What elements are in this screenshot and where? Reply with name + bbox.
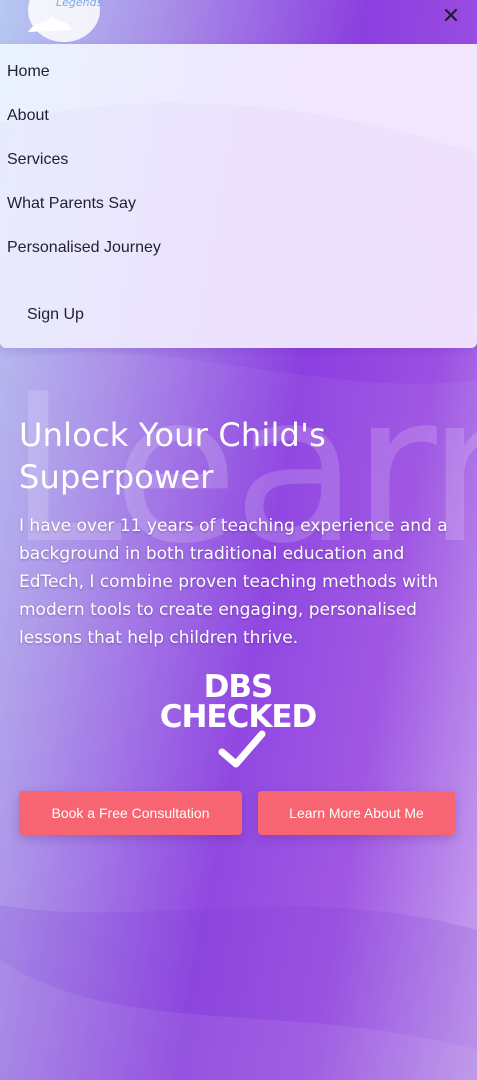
close-menu-button[interactable]: ✕ — [439, 5, 463, 29]
dbs-badge-line2: CHECKED — [159, 699, 318, 735]
nav-item-about[interactable]: About — [0, 104, 477, 148]
nav-item-what-parents-say[interactable]: What Parents Say — [0, 192, 477, 236]
nav-item-personalised-journey[interactable]: Personalised Journey — [0, 236, 477, 280]
hero-description: I have over 11 years of teaching experie… — [19, 516, 448, 648]
nav-list: Home About Services What Parents Say Per… — [0, 44, 477, 280]
learn-more-button[interactable]: Learn More About Me — [258, 791, 455, 835]
logo-text: Learning Legends — [56, 0, 103, 9]
mobile-nav-menu: Home About Services What Parents Say Per… — [0, 44, 477, 348]
sign-up-link[interactable]: Sign Up — [27, 306, 84, 324]
hero-section: Unlock Your Child's Superpower I have ov… — [19, 414, 459, 652]
dbs-checked-badge: DBS CHECKED — [150, 666, 326, 770]
hero-title: Unlock Your Child's Superpower — [19, 416, 326, 496]
nav-item-services[interactable]: Services — [0, 148, 477, 192]
close-icon: ✕ — [441, 4, 461, 29]
nav-item-home[interactable]: Home — [0, 60, 477, 104]
book-consultation-button[interactable]: Book a Free Consultation — [19, 791, 242, 835]
site-header: Learning Legends ✕ — [0, 0, 477, 44]
logo[interactable]: Learning Legends — [14, 0, 102, 44]
checkmark-icon — [218, 730, 266, 768]
